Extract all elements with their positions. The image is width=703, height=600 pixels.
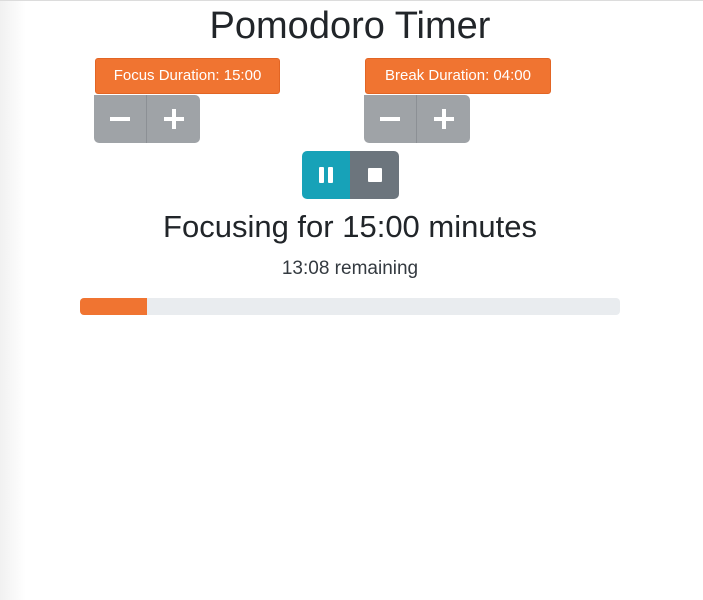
timer-controls <box>302 151 399 199</box>
stop-icon <box>367 168 382 182</box>
progress-fill <box>80 298 147 315</box>
break-increase-button[interactable] <box>417 95 470 143</box>
top-border <box>0 0 703 1</box>
pause-icon <box>319 167 333 183</box>
stop-button[interactable] <box>350 151 399 199</box>
plus-icon <box>163 109 184 129</box>
focus-decrease-button[interactable] <box>94 95 147 143</box>
minus-icon <box>110 117 130 121</box>
focus-duration-badge: Focus Duration: 15:00 <box>95 58 280 94</box>
page-edge-shade <box>0 0 26 600</box>
plus-icon <box>433 109 454 129</box>
timer-status-message: Focusing for 15:00 minutes <box>163 209 537 244</box>
focus-increase-button[interactable] <box>147 95 200 143</box>
time-remaining: 13:08 remaining <box>281 258 419 279</box>
page-title: Pomodoro Timer <box>209 5 491 47</box>
pause-button[interactable] <box>302 151 350 199</box>
minus-icon <box>380 117 400 121</box>
focus-duration-stepper <box>94 95 200 143</box>
break-decrease-button[interactable] <box>364 95 417 143</box>
progress-bar <box>80 298 620 315</box>
break-duration-stepper <box>364 95 470 143</box>
break-duration-badge: Break Duration: 04:00 <box>365 58 551 94</box>
